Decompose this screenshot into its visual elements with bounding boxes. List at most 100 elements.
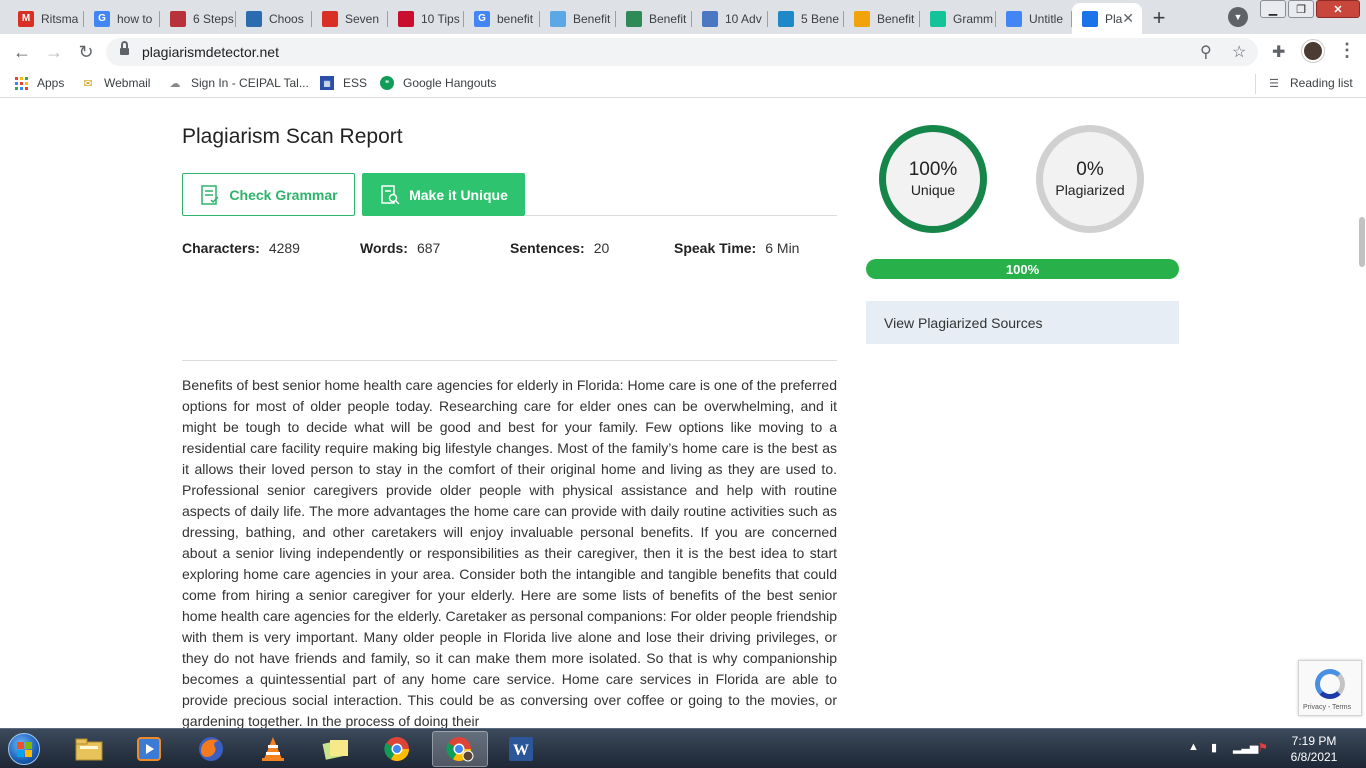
back-arrow-icon[interactable]: ← <box>10 40 34 64</box>
vlc-icon <box>262 737 284 761</box>
hangouts-icon: ❝ <box>380 76 394 90</box>
taskbar-vlc[interactable] <box>246 731 300 767</box>
bookmark-hangouts[interactable]: ❝ Google Hangouts <box>380 76 496 90</box>
bookmark-webmail[interactable]: ✉ Webmail <box>81 76 150 90</box>
system-clock[interactable]: 7:19 PM 6/8/2021 <box>1276 733 1352 765</box>
taskbar-chrome-profile[interactable] <box>432 731 488 767</box>
unique-percent: 100% <box>908 159 958 180</box>
browser-tab[interactable]: Benefit <box>616 3 692 34</box>
browser-tab[interactable]: Benefit <box>844 3 920 34</box>
docs-icon <box>1006 10 1022 27</box>
browser-tab[interactable]: Gramm <box>920 3 996 34</box>
stat-value: 4289 <box>268 240 300 256</box>
bookmark-star-icon[interactable]: ☆ <box>1232 42 1246 62</box>
view-plagiarized-sources-button[interactable]: View Plagiarized Sources <box>866 301 1179 344</box>
taskbar-sticky-notes[interactable] <box>308 731 362 767</box>
taskbar-chrome[interactable] <box>370 731 424 767</box>
tab-label: 5 Bene <box>801 11 840 26</box>
browser-tab[interactable]: M Ritsma <box>8 3 84 34</box>
browser-tab[interactable]: 6 Steps <box>160 3 236 34</box>
stat-words: Words: 687 <box>360 240 440 256</box>
site-icon <box>322 10 338 27</box>
minimize-button[interactable]: ▁ <box>1260 0 1286 18</box>
menu-kebab-icon[interactable]: ⋮ <box>1338 40 1356 61</box>
site-icon <box>778 10 794 27</box>
browser-tab[interactable]: Gbenefit <box>464 3 540 34</box>
tab-label: Untitle <box>1029 11 1064 26</box>
site-icon <box>398 10 414 27</box>
close-tab-icon[interactable]: ✕ <box>1122 10 1134 27</box>
site-icon <box>854 10 870 27</box>
recaptcha-badge[interactable]: Privacy - Terms <box>1298 660 1362 716</box>
url-text[interactable]: plagiarismdetector.net <box>142 44 279 60</box>
browser-tab[interactable]: 10 Tips <box>388 3 464 34</box>
reading-list-icon: ☰ <box>1269 77 1279 90</box>
taskbar-firefox[interactable] <box>184 731 238 767</box>
maximize-button[interactable]: ❐ <box>1288 0 1314 18</box>
plagiarized-label: Plagiarized <box>1055 182 1125 198</box>
reload-icon[interactable]: ↻ <box>74 40 98 64</box>
stat-label: Speak Time: <box>674 240 757 256</box>
stat-value: 687 <box>416 240 441 256</box>
bookmark-apps[interactable]: Apps <box>14 76 64 90</box>
browser-tab[interactable]: Seven <box>312 3 388 34</box>
tab-label: Benefit <box>877 11 915 26</box>
zoom-icon[interactable]: ⚲ <box>1200 42 1212 62</box>
browser-tab[interactable]: Pla ✕ <box>1072 3 1142 34</box>
tab-label: Choos <box>269 11 304 26</box>
sticky-notes-icon <box>322 740 348 760</box>
media-player-icon <box>137 737 161 761</box>
tab-label: Pla <box>1105 11 1123 26</box>
lock-icon[interactable] <box>120 41 129 57</box>
bookmark-label: Google Hangouts <box>403 76 497 90</box>
stat-characters: Characters: 4289 <box>182 240 300 256</box>
browser-tab[interactable]: Ghow to <box>84 3 160 34</box>
recaptcha-links[interactable]: Privacy - Terms <box>1303 704 1351 711</box>
taskbar-media-player[interactable] <box>122 731 176 767</box>
reading-list-button[interactable]: ☰ Reading list <box>1267 76 1353 90</box>
progress-label: 100% <box>1005 261 1040 277</box>
firefox-icon <box>199 737 223 761</box>
ess-icon: ▦ <box>320 76 334 90</box>
bookmark-label: Apps <box>37 76 65 90</box>
tab-label: benefit <box>497 11 534 26</box>
bookmark-ceipal[interactable]: ☁ Sign In - CEIPAL Tal... <box>168 76 309 90</box>
ceipal-icon: ☁ <box>169 77 181 90</box>
taskbar-explorer[interactable] <box>62 731 116 767</box>
check-grammar-button[interactable]: Check Grammar <box>182 173 355 216</box>
new-tab-button[interactable]: + <box>1146 5 1172 31</box>
mail-icon: ✉ <box>83 77 93 90</box>
page-scrollbar-thumb[interactable] <box>1359 217 1365 267</box>
signal-icon[interactable]: ▂▃▅ <box>1233 741 1258 754</box>
tab-label: Gramm <box>953 11 993 26</box>
browser-tab[interactable]: Choos <box>236 3 312 34</box>
make-unique-button[interactable]: Make it Unique <box>362 173 525 216</box>
explorer-icon <box>75 738 103 761</box>
grammar-doc-icon <box>201 184 219 205</box>
start-button[interactable] <box>4 731 44 767</box>
browser-tab[interactable]: Benefit <box>540 3 616 34</box>
tray-overflow-icon[interactable]: ▲ <box>1188 741 1199 753</box>
gmail-icon: M <box>18 10 34 27</box>
profile-avatar[interactable] <box>1302 40 1324 62</box>
site-icon <box>246 10 262 27</box>
tab-search-icon[interactable]: ▼ <box>1228 7 1248 27</box>
battery-icon[interactable]: ▮ <box>1211 741 1217 754</box>
google-icon: G <box>474 10 490 27</box>
close-window-button[interactable]: ✕ <box>1316 0 1360 18</box>
windows-taskbar: W ▲ ▮ ▂▃▅ ⚑ 7:19 PM 6/8/2021 <box>0 728 1366 768</box>
plagiarism-icon <box>1082 10 1098 27</box>
extensions-puzzle-icon[interactable]: ✚ <box>1272 42 1285 62</box>
taskbar-word[interactable]: W <box>494 731 548 767</box>
apps-grid-icon <box>14 76 28 90</box>
stat-speak-time: Speak Time: 6 Min <box>674 240 799 256</box>
check-grammar-label: Check Grammar <box>229 186 338 203</box>
forward-arrow-icon[interactable]: → <box>42 40 66 64</box>
address-bar[interactable]: plagiarismdetector.net ⚲ ☆ <box>106 38 1258 66</box>
bookmark-ess[interactable]: ▦ ESS <box>320 76 367 90</box>
browser-tab[interactable]: Untitle <box>996 3 1072 34</box>
browser-tab[interactable]: 10 Adv <box>692 3 768 34</box>
window-controls: ▁ ❐ ✕ <box>1260 0 1360 18</box>
browser-tab[interactable]: 5 Bene <box>768 3 844 34</box>
action-center-flag-icon[interactable]: ⚑ <box>1258 741 1268 754</box>
